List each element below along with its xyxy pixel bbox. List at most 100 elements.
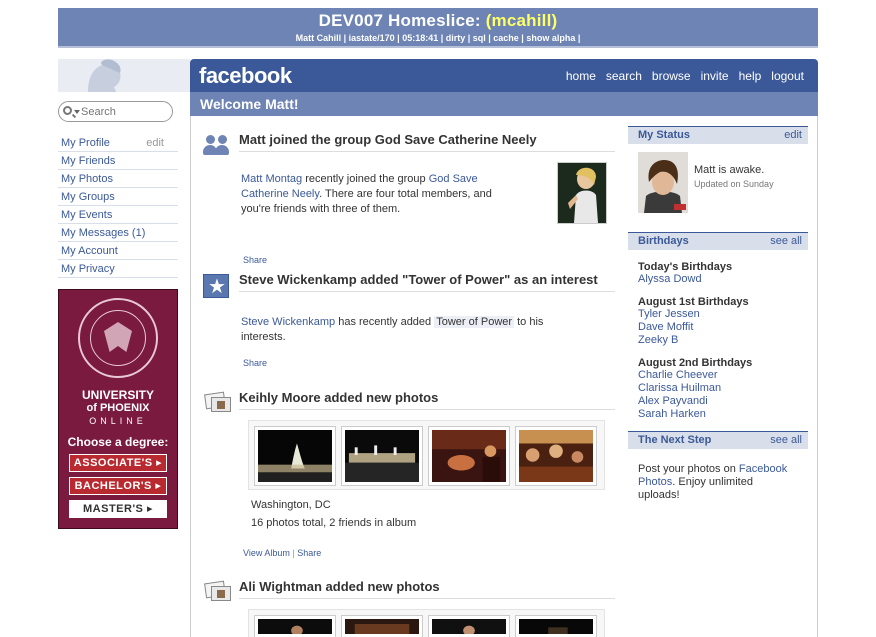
share-link[interactable]: Share [243, 358, 267, 368]
next-step-header-label: The Next Step [638, 434, 712, 446]
nav-help[interactable]: help [739, 69, 762, 83]
feed-story-photos: Keihly Moore added new photos Washington… [191, 388, 619, 558]
photo-thumbnail[interactable] [428, 426, 510, 486]
right-sidebar: My Status edit Matt is awake. Updated on … [628, 126, 808, 502]
birthdays-see-all[interactable]: see all [770, 235, 802, 247]
sidebar-item-my-friends[interactable]: My Friends [58, 152, 178, 170]
nav-invite[interactable]: invite [701, 69, 729, 83]
group-photo-thumbnail[interactable] [557, 162, 607, 224]
associates-button[interactable]: ASSOCIATE'S ▸ [69, 454, 167, 472]
birthday-group-label: August 2nd Birthdays [638, 357, 753, 369]
status-avatar[interactable] [638, 152, 688, 213]
star-icon [203, 274, 229, 298]
birthday-name-link[interactable]: Sarah Harken [628, 408, 808, 421]
night-fountain-photo [345, 430, 419, 482]
sidebar-item-label[interactable]: My Account [61, 245, 118, 257]
masters-button[interactable]: MASTER'S ▸ [69, 500, 167, 518]
story-title: Ali Wightman added new photos [239, 579, 615, 599]
welcome-bar: Welcome Matt! [190, 92, 818, 116]
profile-edit-link[interactable]: edit [146, 134, 164, 152]
birthdays-header-label: Birthdays [638, 235, 689, 247]
face-logo-icon [88, 59, 121, 92]
nav-logout[interactable]: logout [771, 69, 804, 83]
action-separator: | [292, 548, 295, 558]
share-link[interactable]: Share [297, 548, 321, 558]
photo-thumbnail[interactable] [341, 426, 423, 486]
sidebar-item-my-events[interactable]: My Events [58, 206, 178, 224]
nav-search[interactable]: search [606, 69, 642, 83]
status-header-label: My Status [638, 129, 690, 141]
share-link[interactable]: Share [243, 255, 267, 265]
birthday-name-link[interactable]: Tyler Jessen [628, 308, 808, 321]
logo-strip-image[interactable] [58, 59, 190, 92]
actor-link[interactable]: Matt Montag [241, 173, 302, 185]
actor-link[interactable]: Steve Wickenkamp [241, 316, 335, 328]
photo-thumbnail[interactable] [515, 615, 597, 637]
left-nav: My Profile edit My Friends My Photos My G… [58, 134, 178, 278]
birthdays-header: Birthdays see all [628, 232, 808, 250]
friends-dinner-photo [519, 430, 593, 482]
photo-thumbnail[interactable] [254, 426, 336, 486]
feed-story-interest: Steve Wickenkamp added "Tower of Power" … [191, 270, 619, 370]
sidebar-item-label[interactable]: My Events [61, 209, 112, 221]
sidebar-item-my-privacy[interactable]: My Privacy [58, 260, 178, 278]
birthday-group-label: Today's Birthdays [638, 261, 733, 273]
dev-title-user: (mcahill) [485, 11, 558, 30]
birthday-name-link[interactable]: Dave Moffit [628, 321, 808, 334]
facebook-logo[interactable]: facebook [199, 63, 292, 89]
next-step-header: The Next Step see all [628, 431, 808, 449]
sidebar-item-my-messages[interactable]: My Messages (1) [58, 224, 178, 242]
photos-icon [202, 390, 232, 416]
dev-status-line[interactable]: Matt Cahill | iastate/170 | 05:18:41 | d… [58, 33, 818, 43]
sidebar-item-my-account[interactable]: My Account [58, 242, 178, 260]
view-album-link[interactable]: View Album [243, 548, 290, 558]
ad-university-line: UNIVERSITY [81, 388, 154, 402]
sidebar-item-label[interactable]: My Friends [61, 155, 115, 167]
status-edit-link[interactable]: edit [784, 129, 802, 141]
sidebar-item-label[interactable]: My Messages (1) [61, 227, 145, 239]
birthday-name-link[interactable]: Charlie Cheever [628, 369, 808, 382]
search-input[interactable] [81, 104, 166, 119]
people-icon [202, 132, 232, 158]
birthday-name-link[interactable]: Clarissa Huilman [628, 382, 808, 395]
nav-home[interactable]: home [566, 69, 596, 83]
photo-thumbnail[interactable] [341, 615, 423, 637]
birthday-group-label: August 1st Birthdays [638, 296, 749, 308]
birthday-name-link[interactable]: Zeeky B [628, 334, 808, 347]
photo-thumbnail[interactable] [515, 426, 597, 486]
story-body: Steve Wickenkamp has recently added Towe… [241, 316, 544, 343]
sidebar-item-my-photos[interactable]: My Photos [58, 170, 178, 188]
sidebar-item-label[interactable]: My Privacy [61, 263, 115, 275]
photos-icon [202, 579, 232, 605]
sidebar-item-my-profile[interactable]: My Profile edit [58, 134, 178, 152]
nav-browse[interactable]: browse [652, 69, 691, 83]
chevron-down-icon[interactable] [74, 110, 80, 114]
dev-banner: DEV007 Homeslice: (mcahill) Matt Cahill … [58, 8, 818, 48]
top-nav: home search browse invite help logout [556, 69, 804, 83]
sidebar-item-label[interactable]: My Groups [61, 191, 115, 203]
birthday-name-link[interactable]: Alex Payvandi [628, 395, 808, 408]
search-box[interactable] [58, 101, 173, 122]
birthday-name-link[interactable]: Alyssa Dowd [628, 273, 808, 286]
status-text: Matt is awake. [694, 164, 765, 176]
story-actions: Share [243, 255, 267, 265]
sidebar-item-label[interactable]: My Profile [61, 137, 110, 149]
status-box: Matt is awake. Updated on Sunday [628, 144, 808, 228]
sidebar-item-my-groups[interactable]: My Groups [58, 188, 178, 206]
story-actions: Share [243, 358, 267, 368]
next-step-see-all[interactable]: see all [770, 434, 802, 446]
ad-online-line: ONLINE [89, 416, 147, 426]
photo-image [345, 619, 419, 634]
interest-tag[interactable]: Tower of Power [434, 316, 515, 328]
photo-thumbnail[interactable] [428, 615, 510, 637]
bachelors-button[interactable]: BACHELOR'S ▸ [69, 477, 167, 495]
photo-image [432, 619, 506, 636]
album-summary: 16 photos total, 2 friends in album [251, 517, 417, 529]
story-actions: View Album | Share [243, 548, 321, 558]
story-title: Matt joined the group God Save Catherine… [239, 132, 615, 152]
top-header: facebook home search browse invite help logou… [190, 59, 818, 92]
sidebar-item-label[interactable]: My Photos [61, 173, 113, 185]
photo-thumbnail[interactable] [254, 615, 336, 637]
ad-choose-degree: Choose a degree: [67, 435, 169, 449]
university-ad[interactable]: UNIVERSITY of PHOENIX ONLINE Choose a de… [58, 289, 178, 529]
